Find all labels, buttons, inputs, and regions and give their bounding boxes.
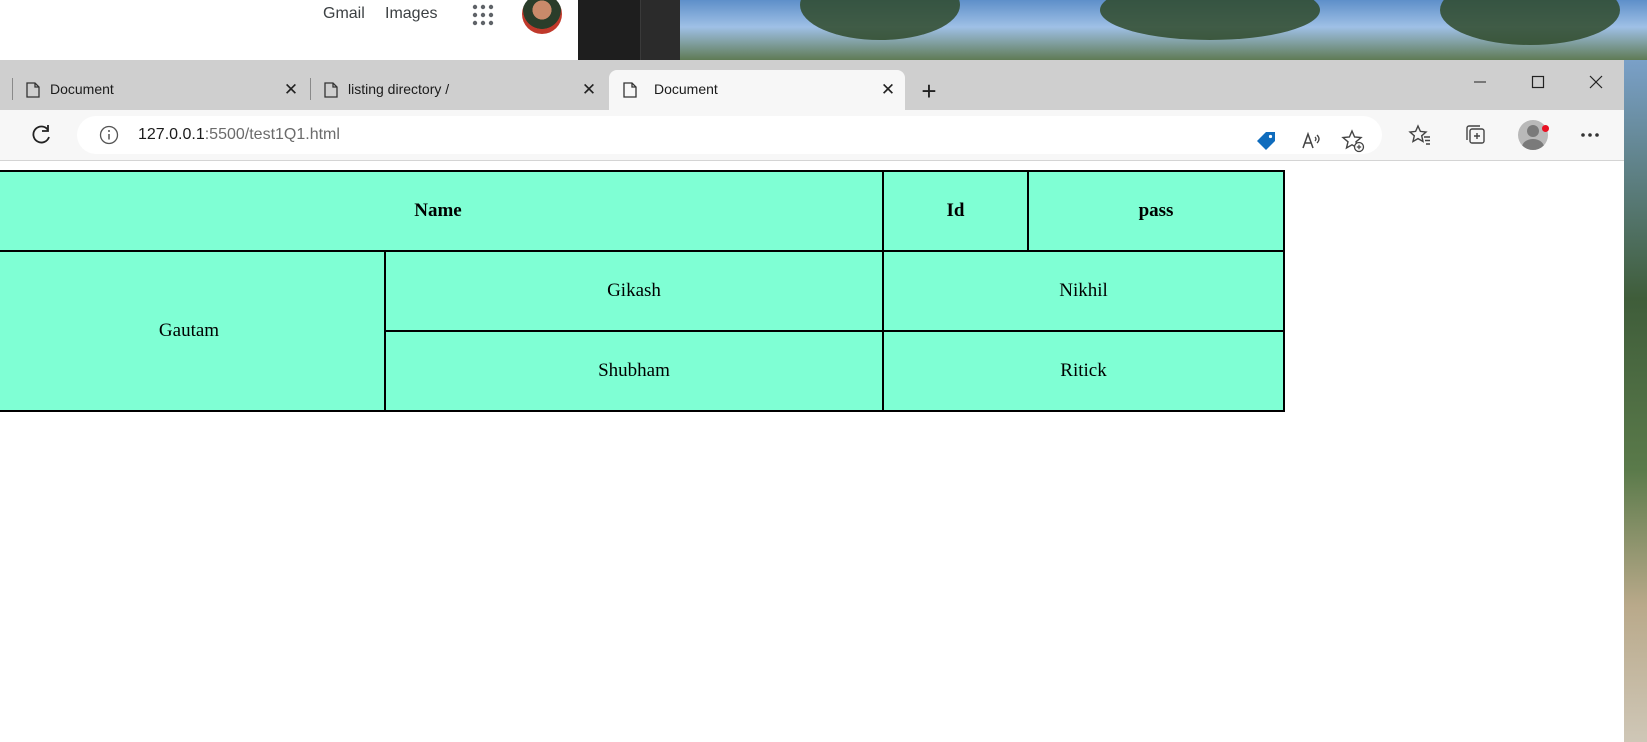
apps-grid-icon[interactable] xyxy=(471,3,495,27)
close-tab-icon[interactable]: ✕ xyxy=(578,79,600,101)
header-id: Id xyxy=(882,170,1029,252)
new-tab-button[interactable]: + xyxy=(914,78,944,108)
google-account-avatar[interactable] xyxy=(522,0,562,34)
add-favorite-icon[interactable] xyxy=(1339,127,1367,155)
refresh-icon[interactable] xyxy=(28,122,54,148)
tab-listing-directory[interactable]: listing directory / ✕ xyxy=(316,70,606,110)
tab-document-1[interactable]: Document ✕ xyxy=(18,70,308,110)
table-cell-rowspan: Gautam xyxy=(0,250,386,412)
tab-label: listing directory / xyxy=(348,81,450,97)
close-icon xyxy=(1589,75,1603,89)
maximize-button[interactable] xyxy=(1518,68,1558,96)
background-editor-window xyxy=(578,0,681,60)
tab-label: Document xyxy=(654,81,718,97)
table-row: Gautam Gikash Nikhil xyxy=(0,250,1285,412)
background-google-page: Gmail Images xyxy=(0,0,578,60)
shopping-tag-icon[interactable] xyxy=(1252,127,1280,155)
close-window-button[interactable] xyxy=(1576,68,1616,96)
url-text[interactable]: 127.0.0.1:5500/test1Q1.html xyxy=(138,126,340,144)
maximize-icon xyxy=(1531,75,1545,89)
favorites-icon[interactable] xyxy=(1406,121,1434,149)
page-content: Name Id pass Gautam Gikash Nikhil Shubha… xyxy=(0,161,1624,742)
minimize-icon xyxy=(1474,81,1486,83)
gmail-link[interactable]: Gmail xyxy=(323,5,365,23)
data-table: Name Id pass Gautam Gikash Nikhil Shubha… xyxy=(0,170,1285,412)
minimize-button[interactable] xyxy=(1460,68,1500,96)
tab-document-active[interactable]: Document ✕ xyxy=(609,70,905,110)
close-tab-icon[interactable]: ✕ xyxy=(877,79,899,101)
close-tab-icon[interactable]: ✕ xyxy=(280,79,302,101)
tab-separator xyxy=(310,78,311,100)
table-header-row: Name Id pass xyxy=(0,170,1285,252)
tab-separator xyxy=(12,78,13,100)
desktop-wallpaper xyxy=(680,0,1647,60)
table-cell: Ritick xyxy=(882,330,1285,412)
images-link[interactable]: Images xyxy=(385,5,437,23)
browser-window: Document ✕ listing directory / ✕ Documen… xyxy=(0,60,1624,742)
navigation-toolbar: 127.0.0.1:5500/test1Q1.html xyxy=(0,110,1624,161)
document-icon xyxy=(26,82,40,98)
notification-dot xyxy=(1542,125,1549,132)
read-aloud-icon[interactable] xyxy=(1297,127,1325,155)
table-cell: Shubham xyxy=(384,330,884,412)
address-bar[interactable]: 127.0.0.1:5500/test1Q1.html xyxy=(77,116,1382,154)
header-pass: pass xyxy=(1027,170,1285,252)
url-host: 127.0.0.1 xyxy=(138,126,205,143)
tab-label: Document xyxy=(50,81,114,97)
url-path: :5500/test1Q1.html xyxy=(204,126,340,143)
collections-icon[interactable] xyxy=(1461,121,1489,149)
table-cell: Gikash xyxy=(384,250,884,332)
tab-strip: Document ✕ listing directory / ✕ Documen… xyxy=(0,60,1624,110)
more-options-icon[interactable] xyxy=(1576,121,1604,149)
header-name: Name xyxy=(0,170,884,252)
info-icon[interactable] xyxy=(99,125,119,145)
document-icon xyxy=(623,82,637,98)
table-cell: Nikhil xyxy=(882,250,1285,332)
document-icon xyxy=(324,82,338,98)
desktop-wallpaper-edge xyxy=(1624,60,1647,742)
